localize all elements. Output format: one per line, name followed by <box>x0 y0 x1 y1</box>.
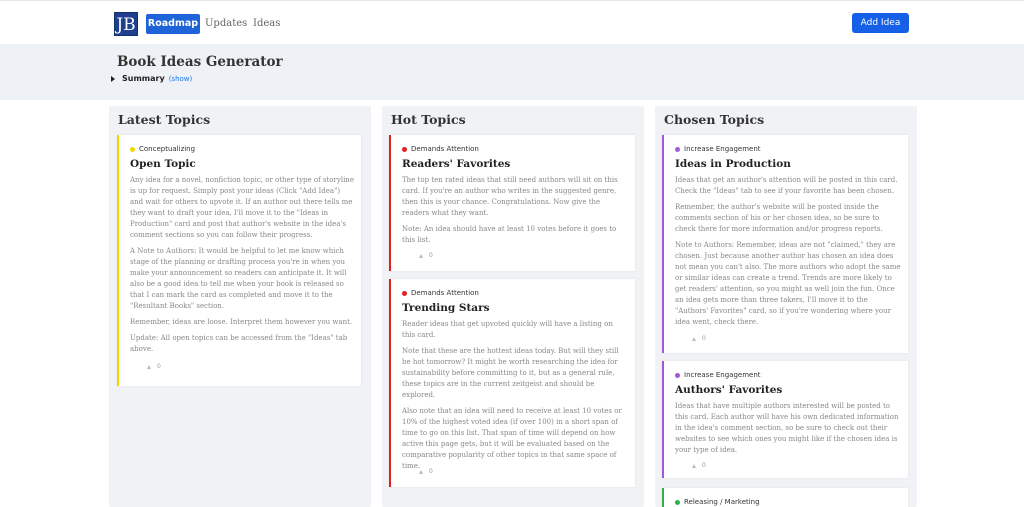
summary-show-link[interactable]: (show) <box>169 75 193 83</box>
card-paragraph: Remember, ideas are loose. Interpret the… <box>130 318 353 326</box>
column-latest-topics: Latest Topics Conceptualizing Open Topic… <box>109 106 371 507</box>
card-title: Ideas in Production <box>675 158 791 170</box>
card-title: Authors' Favorites <box>675 384 783 396</box>
card-paragraph: Note: An idea should have at least 10 vo… <box>402 225 617 244</box>
card-ideas-in-production[interactable]: Increase Engagement Ideas in Production … <box>662 135 908 353</box>
vote-count: 0 <box>157 363 161 370</box>
column-hot-topics: Hot Topics Demands Attention Readers' Fa… <box>382 106 644 507</box>
column-title: Hot Topics <box>391 112 466 127</box>
upvote-icon[interactable] <box>692 336 696 341</box>
tag-label: Releasing / Marketing <box>684 498 760 506</box>
status-dot-icon <box>675 146 680 152</box>
card-paragraph: Ideas that get an author's attention wil… <box>675 176 898 195</box>
tag-label: Increase Engagement <box>684 145 761 153</box>
status-dot-icon <box>675 372 680 378</box>
tab-updates[interactable]: Updates <box>205 14 247 34</box>
vote-count: 0 <box>429 252 433 259</box>
tag-label: Conceptualizing <box>139 145 196 153</box>
upvote-icon[interactable] <box>692 463 696 468</box>
card-readers-favorites[interactable]: Demands Attention Readers' Favorites The… <box>389 135 635 271</box>
tab-ideas[interactable]: Ideas <box>253 14 280 34</box>
vote-counter[interactable]: 0 <box>692 335 706 342</box>
status-dot-icon <box>402 290 407 296</box>
site-logo[interactable]: JB <box>114 12 138 36</box>
card-tag: Demands Attention <box>402 289 479 297</box>
card-title: Open Topic <box>130 158 196 170</box>
summary-label: Summary <box>122 74 165 83</box>
card-body: The top ten rated ideas that still need … <box>402 175 628 251</box>
vote-counter[interactable]: 0 <box>419 252 433 259</box>
card-paragraph: Also note that an idea will need to rece… <box>402 407 622 470</box>
upvote-icon[interactable] <box>419 253 423 258</box>
status-dot-icon <box>130 146 135 152</box>
card-tag: Increase Engagement <box>675 145 761 153</box>
card-trending-stars[interactable]: Demands Attention Trending Stars Reader … <box>389 279 635 487</box>
card-tag: Increase Engagement <box>675 371 761 379</box>
upvote-icon[interactable] <box>419 469 423 474</box>
card-tag: Releasing / Marketing <box>675 498 760 506</box>
card-tag: Demands Attention <box>402 145 479 153</box>
vote-count: 0 <box>702 335 706 342</box>
column-chosen-topics: Chosen Topics Increase Engagement Ideas … <box>655 106 917 507</box>
card-paragraph: A Note to Authors: It would be helpful t… <box>130 247 347 310</box>
top-navbar: JB Roadmap Updates Ideas Add Idea <box>0 0 1024 44</box>
add-idea-button[interactable]: Add Idea <box>852 13 909 33</box>
card-paragraph: Update: All open topics can be accessed … <box>130 334 348 353</box>
vote-counter[interactable]: 0 <box>419 468 433 475</box>
card-authors-favorites[interactable]: Increase Engagement Authors' Favorites I… <box>662 361 908 478</box>
vote-counter[interactable]: 0 <box>692 462 706 469</box>
caret-right-icon <box>111 75 115 82</box>
card-paragraph: Note that these are the hottest ideas to… <box>402 347 619 399</box>
column-title: Chosen Topics <box>664 112 765 127</box>
board-header <box>0 44 1024 100</box>
tag-label: Demands Attention <box>411 289 479 297</box>
card-title: Readers' Favorites <box>402 158 511 170</box>
card-paragraph: Ideas that have multiple authors interes… <box>675 402 899 454</box>
card-paragraph: Remember, the author's website will be p… <box>675 203 883 233</box>
vote-count: 0 <box>702 462 706 469</box>
card-paragraph: Reader ideas that get upvoted quickly wi… <box>402 320 613 339</box>
card-paragraph: The top ten rated ideas that still need … <box>402 176 618 217</box>
card-title: Trending Stars <box>402 302 490 314</box>
card-releasing-marketing[interactable]: Releasing / Marketing <box>662 488 908 507</box>
status-dot-icon <box>675 499 680 505</box>
card-paragraph: Any idea for a novel, nonfiction topic, … <box>130 176 354 239</box>
tab-roadmap[interactable]: Roadmap <box>146 14 200 34</box>
board-title: Book Ideas Generator <box>117 54 283 70</box>
vote-count: 0 <box>429 468 433 475</box>
column-title: Latest Topics <box>118 112 211 127</box>
card-body: Reader ideas that get upvoted quickly wi… <box>402 319 628 477</box>
tag-label: Increase Engagement <box>684 371 761 379</box>
card-body: Any idea for a novel, nonfiction topic, … <box>130 175 354 360</box>
card-tag: Conceptualizing <box>130 145 195 153</box>
status-dot-icon <box>402 146 407 152</box>
upvote-icon[interactable] <box>147 364 151 369</box>
tag-label: Demands Attention <box>411 145 479 153</box>
vote-counter[interactable]: 0 <box>147 363 161 370</box>
card-body: Ideas that get an author's attention wil… <box>675 175 901 333</box>
card-body: Ideas that have multiple authors interes… <box>675 401 901 461</box>
card-paragraph: Note to Authors: Remember, ideas are not… <box>675 241 901 326</box>
card-open-topic[interactable]: Conceptualizing Open Topic Any idea for … <box>117 135 361 386</box>
summary-toggle[interactable]: Summary (show) <box>111 74 192 83</box>
